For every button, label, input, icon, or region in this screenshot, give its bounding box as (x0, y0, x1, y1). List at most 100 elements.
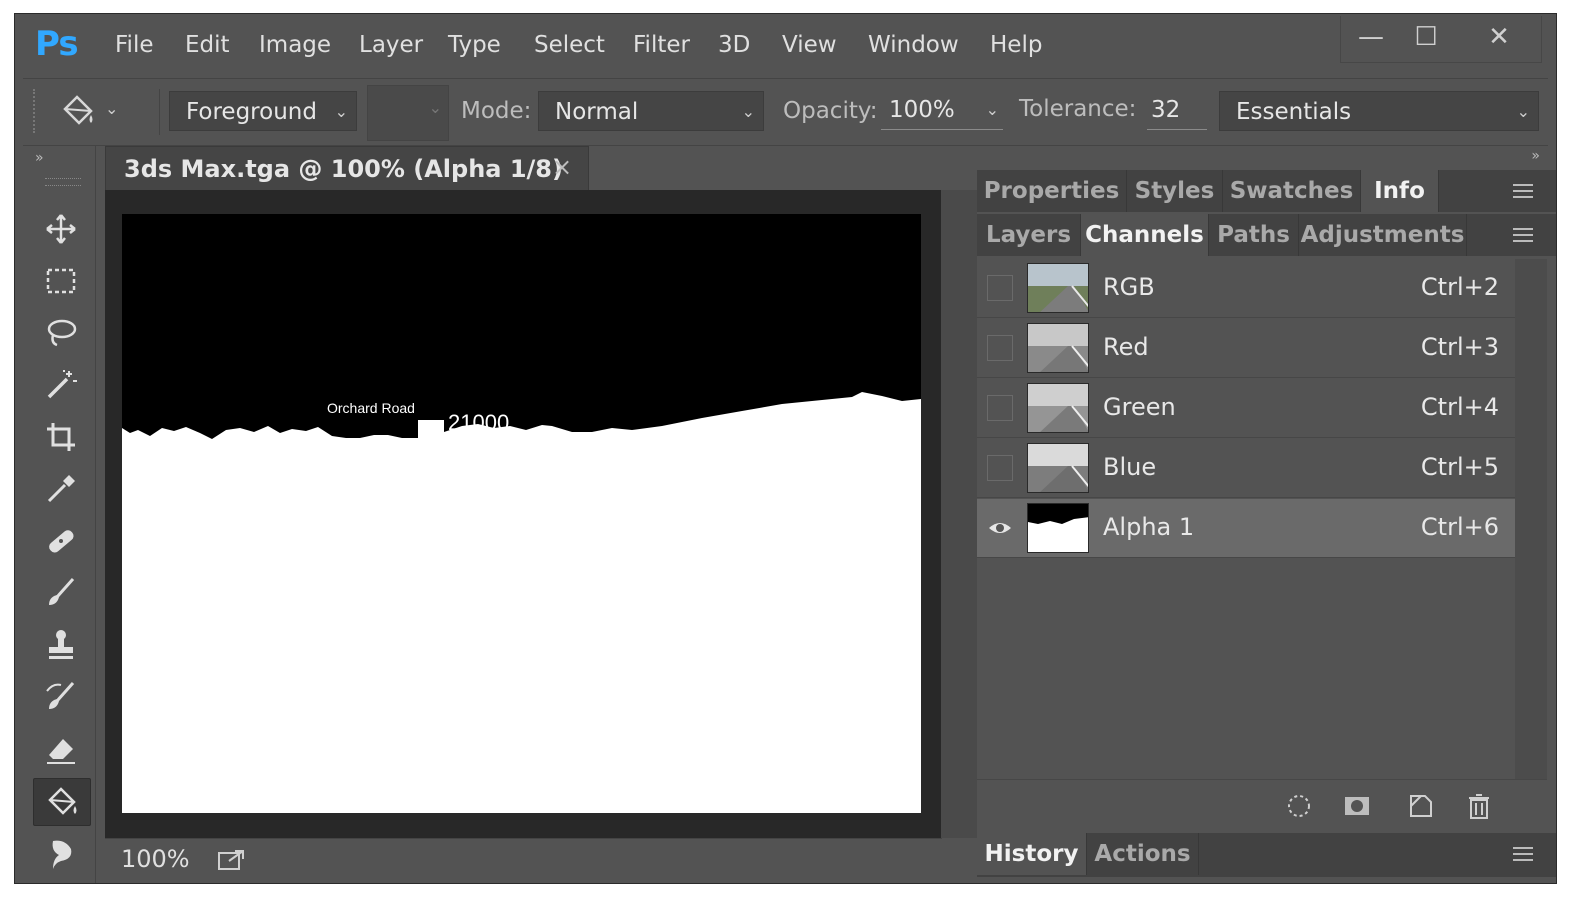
channel-shortcut: Ctrl+2 (1420, 273, 1499, 301)
chevron-down-icon: ⌄ (105, 99, 119, 118)
document-title: 3ds Max.tga @ 100% (Alpha 1/8) (124, 155, 563, 183)
mode-dropdown[interactable]: Normal ⌄ (538, 91, 764, 131)
panel-menu-icon[interactable] (1513, 184, 1533, 198)
channel-name: Green (1103, 393, 1176, 421)
maximize-button[interactable]: ☐ (1396, 16, 1456, 62)
menu-3d[interactable]: 3D (718, 32, 750, 58)
close-document-icon[interactable]: × (552, 153, 572, 181)
minimize-button[interactable]: — (1341, 16, 1401, 62)
channel-thumbnail (1027, 263, 1089, 313)
channel-row-alpha-1[interactable]: Alpha 1 Ctrl+6 (977, 499, 1515, 558)
chevron-down-icon: ⌄ (985, 100, 999, 119)
save-selection-icon[interactable] (1343, 792, 1371, 820)
tab-properties[interactable]: Properties (977, 170, 1127, 212)
history-brush-tool[interactable] (33, 674, 89, 720)
load-selection-icon[interactable] (1285, 792, 1313, 820)
menu-window[interactable]: Window (868, 32, 959, 58)
collapse-panels-icon[interactable]: » (1531, 148, 1540, 164)
brush-tool[interactable] (33, 570, 89, 616)
channel-shortcut: Ctrl+4 (1420, 393, 1499, 421)
toolbar-grip[interactable] (45, 178, 81, 186)
smudge-tool[interactable] (33, 830, 89, 876)
channel-shortcut: Ctrl+3 (1420, 333, 1499, 361)
menu-file[interactable]: File (115, 32, 154, 58)
tab-paths[interactable]: Paths (1209, 214, 1299, 256)
move-tool[interactable] (33, 206, 89, 252)
options-grip[interactable] (33, 89, 41, 133)
status-bar: 100% (105, 838, 942, 883)
channel-thumbnail (1027, 383, 1089, 433)
menu-help[interactable]: Help (990, 32, 1042, 58)
tab-actions[interactable]: Actions (1087, 833, 1199, 875)
tab-adjustments[interactable]: Adjustments (1299, 214, 1467, 256)
fill-source-dropdown[interactable]: Foreground ⌄ (169, 91, 357, 131)
crop-icon (47, 423, 75, 451)
channel-name: RGB (1103, 273, 1155, 301)
channels-scrollbar[interactable] (1515, 259, 1547, 779)
paint-bucket-tool[interactable] (33, 778, 91, 826)
workspace-dropdown[interactable]: Essentials ⌄ (1219, 91, 1539, 131)
tab-swatches[interactable]: Swatches (1223, 170, 1361, 212)
rectangular-marquee-icon (46, 268, 76, 294)
menu-view[interactable]: View (782, 32, 837, 58)
panel-menu-icon[interactable] (1513, 847, 1533, 861)
workspace-value: Essentials (1236, 99, 1352, 125)
tab-history[interactable]: History (977, 833, 1087, 875)
channel-row-rgb[interactable]: RGB Ctrl+2 (977, 259, 1515, 318)
smudge-icon (52, 840, 72, 869)
eyedropper-icon (47, 475, 75, 503)
channel-shortcut: Ctrl+6 (1420, 513, 1499, 541)
share-icon[interactable] (217, 847, 247, 873)
tab-layers[interactable]: Layers (977, 214, 1081, 256)
brush-icon (49, 578, 75, 605)
menu-layer[interactable]: Layer (359, 32, 423, 58)
tab-channels[interactable]: Channels (1081, 214, 1209, 256)
new-channel-icon[interactable] (1407, 792, 1435, 820)
crop-tool[interactable] (33, 414, 89, 460)
menu-edit[interactable]: Edit (185, 32, 230, 58)
opacity-label: Opacity: (783, 98, 878, 124)
eye-icon[interactable] (987, 515, 1013, 541)
lasso-icon (47, 319, 77, 347)
panel-menu-icon[interactable] (1513, 228, 1533, 242)
channel-row-blue[interactable]: Blue Ctrl+5 (977, 439, 1515, 498)
visibility-toggle[interactable] (987, 395, 1013, 421)
tool-preset-picker[interactable]: ⌄ (57, 91, 127, 131)
healing-brush-tool[interactable] (33, 518, 89, 564)
visibility-toggle[interactable] (987, 275, 1013, 301)
vertical-scrollbar[interactable] (941, 190, 977, 838)
opacity-field[interactable]: 100% ⌄ (881, 91, 1003, 130)
bandage-icon (49, 530, 74, 553)
paint-bucket-icon (48, 787, 77, 815)
channel-thumbnail (1027, 323, 1089, 373)
tab-styles[interactable]: Styles (1127, 170, 1223, 212)
panel-group-channels: Layers Channels Paths Adjustments (977, 214, 1556, 256)
canvas-label-number: 21000 (448, 410, 510, 435)
document-tab[interactable]: 3ds Max.tga @ 100% (Alpha 1/8) × (105, 146, 589, 191)
channel-name: Red (1103, 333, 1149, 361)
eraser-tool[interactable] (33, 726, 89, 772)
chevron-down-icon: ⌄ (428, 98, 442, 117)
visibility-toggle[interactable] (987, 335, 1013, 361)
close-button[interactable]: ✕ (1469, 16, 1529, 62)
lasso-tool[interactable] (33, 310, 89, 356)
collapse-arrows-icon[interactable]: » (35, 150, 44, 166)
visibility-toggle[interactable] (987, 455, 1013, 481)
menu-type[interactable]: Type (448, 32, 501, 58)
channel-row-green[interactable]: Green Ctrl+4 (977, 379, 1515, 438)
menu-select[interactable]: Select (534, 32, 605, 58)
clone-stamp-tool[interactable] (33, 622, 89, 668)
pattern-picker[interactable]: ⌄ (367, 85, 449, 141)
menu-filter[interactable]: Filter (633, 32, 690, 58)
tolerance-field[interactable]: 32 (1147, 91, 1207, 130)
panel-group-history: History Actions (977, 833, 1556, 877)
canvas[interactable]: Orchard Road 21000 (122, 214, 921, 813)
tab-info[interactable]: Info (1361, 170, 1439, 212)
channel-row-red[interactable]: Red Ctrl+3 (977, 319, 1515, 378)
marquee-tool[interactable] (33, 258, 89, 304)
eyedropper-tool[interactable] (33, 466, 89, 512)
magic-wand-tool[interactable] (33, 362, 89, 408)
trash-icon[interactable] (1465, 792, 1493, 820)
zoom-level[interactable]: 100% (121, 845, 190, 873)
menu-image[interactable]: Image (259, 32, 331, 58)
